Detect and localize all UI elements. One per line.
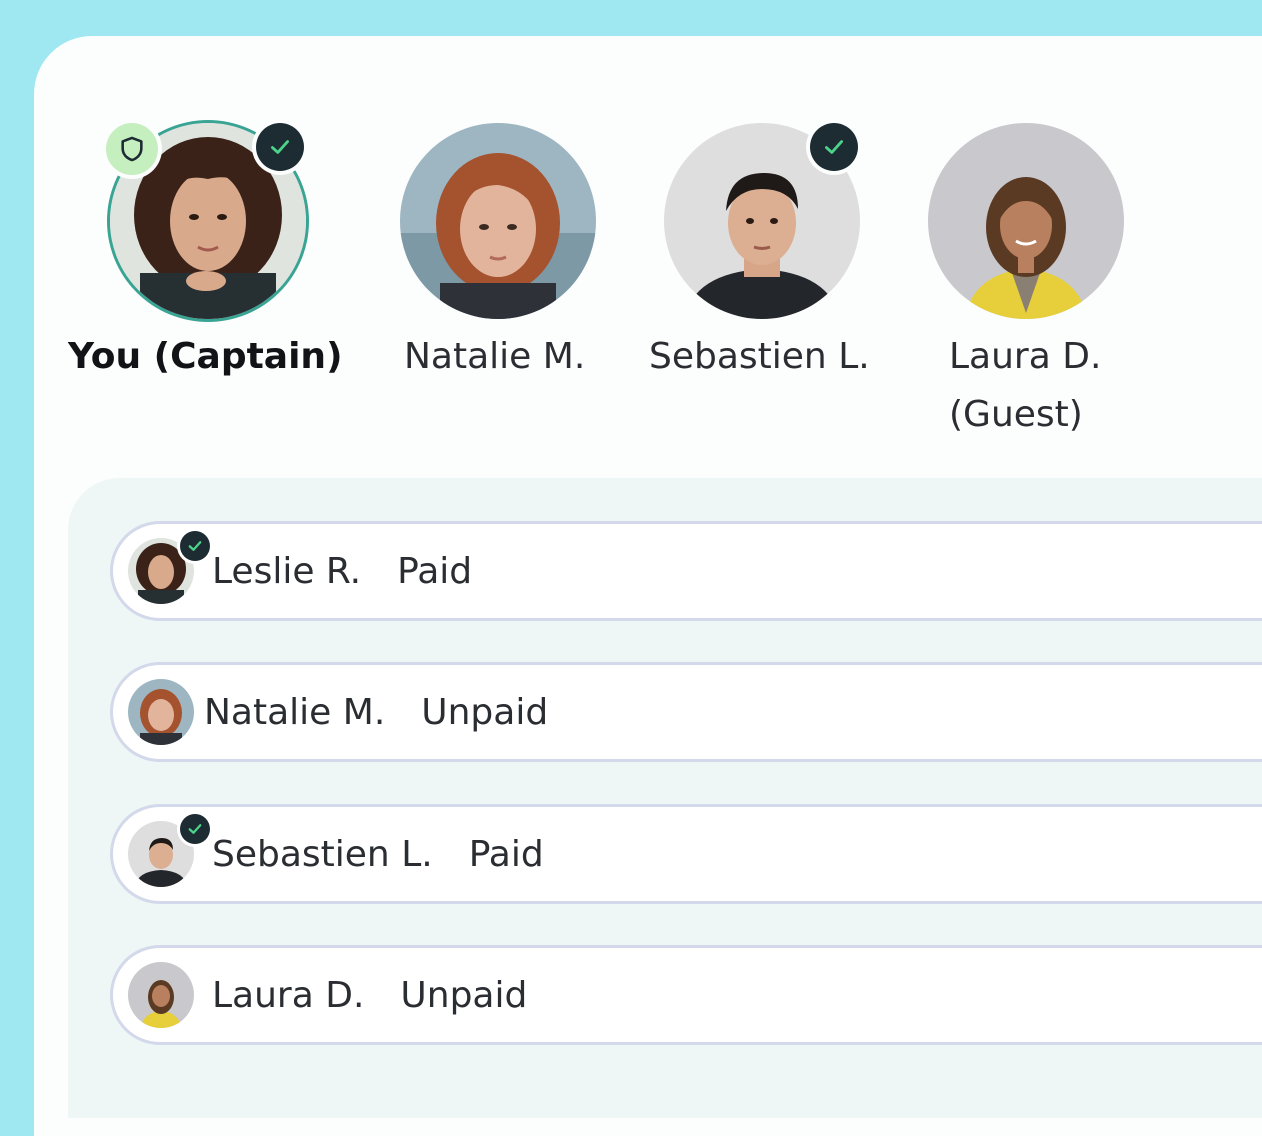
member-sebastien[interactable] <box>664 123 864 323</box>
payment-panel: Leslie R. Paid Natalie M. Unpaid Sebasti… <box>68 478 1262 1118</box>
payment-row[interactable]: Leslie R. Paid <box>110 521 1262 621</box>
member-name-line1: Laura D. <box>949 336 1102 377</box>
member-name: Laura D. (Guest) <box>949 328 1101 444</box>
check-icon <box>188 541 202 551</box>
payer-name: Laura D. <box>212 974 365 1016</box>
check-icon <box>271 140 289 154</box>
payment-status: Unpaid <box>400 974 528 1016</box>
captain-shield-badge <box>106 123 158 175</box>
row-avatar <box>128 531 210 604</box>
payer-name: Natalie M. <box>204 691 386 733</box>
member-you-captain[interactable] <box>106 123 310 323</box>
verified-badge <box>810 123 858 171</box>
member-name: Sebastien L. <box>649 336 870 377</box>
row-avatar <box>128 679 194 745</box>
member-natalie[interactable] <box>400 123 600 323</box>
avatar <box>928 123 1124 319</box>
payment-row[interactable]: Laura D. Unpaid <box>110 945 1262 1045</box>
payment-status: Paid <box>468 833 544 875</box>
verified-badge <box>180 531 210 561</box>
row-avatar <box>128 962 194 1028</box>
payment-status: Unpaid <box>421 691 549 733</box>
payer-name: Sebastien L. <box>212 833 433 875</box>
member-name: Natalie M. <box>404 336 586 377</box>
avatar <box>400 123 596 319</box>
payer-name: Leslie R. <box>212 550 362 592</box>
check-icon <box>825 140 843 154</box>
verified-badge <box>256 123 304 171</box>
shield-icon <box>121 136 143 162</box>
verified-badge <box>180 814 210 844</box>
check-icon <box>188 824 202 834</box>
member-name-line2: (Guest) <box>949 394 1083 435</box>
payment-row[interactable]: Natalie M. Unpaid <box>110 662 1262 762</box>
member-name: You (Captain) <box>68 336 343 377</box>
payment-status: Paid <box>397 550 473 592</box>
row-avatar <box>128 814 210 887</box>
payment-row[interactable]: Sebastien L. Paid <box>110 804 1262 904</box>
member-laura[interactable] <box>928 123 1128 323</box>
